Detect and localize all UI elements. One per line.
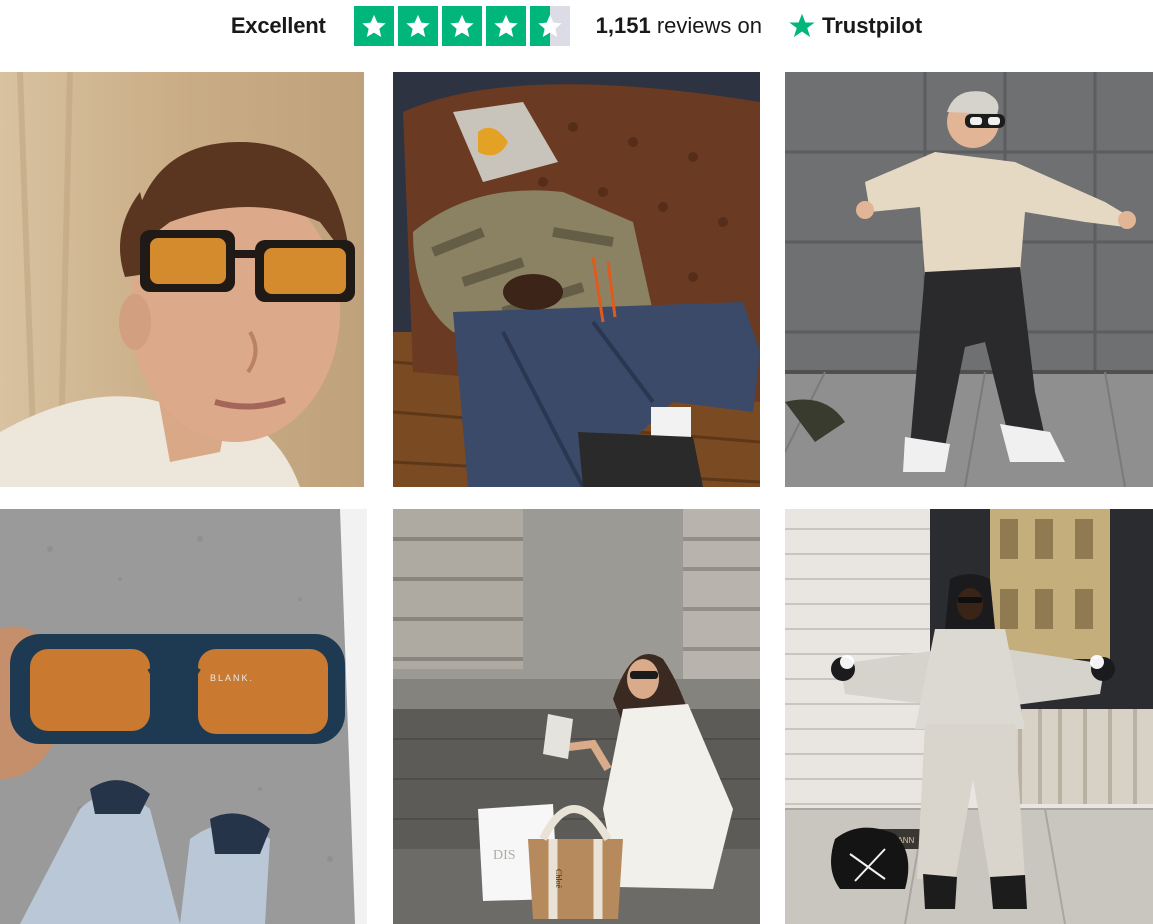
star-icon bbox=[353, 6, 394, 46]
photo-lounging-sofa-icon bbox=[393, 72, 760, 487]
gallery-photo-4[interactable]: BLANK. bbox=[0, 509, 367, 924]
rating-word: Excellent bbox=[230, 13, 326, 38]
star-rating bbox=[353, 6, 570, 46]
photo-street-shopping-icon: DIS Chloé bbox=[393, 509, 760, 924]
trustpilot-logo[interactable]: Trustpilot bbox=[788, 12, 922, 40]
star-icon bbox=[397, 6, 438, 46]
star-icon bbox=[441, 6, 482, 46]
review-count: 1,151 bbox=[595, 13, 651, 38]
gallery-photo-1[interactable] bbox=[0, 72, 364, 487]
photo-held-sunglasses-icon: BLANK. bbox=[0, 509, 367, 924]
trustpilot-rating-bar[interactable]: Excellent 1,151 reviews on Trustpilot bbox=[0, 0, 1153, 52]
tote-bag-brand: Chloé bbox=[554, 869, 563, 889]
photo-hooded-figure-icon: RMANN bbox=[785, 509, 1153, 924]
reviews-suffix: reviews on bbox=[656, 13, 762, 38]
photo-wall-pose-icon bbox=[785, 72, 1153, 487]
gallery-photo-2[interactable] bbox=[393, 72, 760, 487]
gallery-photo-5[interactable]: DIS Chloé bbox=[393, 509, 760, 924]
review-count-text: 1,151 reviews on bbox=[596, 13, 762, 39]
gallery-photo-6[interactable]: RMANN bbox=[785, 509, 1153, 924]
photo-portrait-sunglasses-icon bbox=[0, 72, 364, 487]
star-icon bbox=[485, 6, 526, 46]
trustpilot-brand-name: Trustpilot bbox=[821, 13, 923, 38]
shopping-box-label: DIS bbox=[493, 848, 516, 863]
half-star-icon bbox=[529, 6, 570, 46]
gallery-photo-3[interactable] bbox=[785, 72, 1153, 487]
trustpilot-star-icon bbox=[789, 13, 815, 38]
sunglasses-frame-brand: BLANK. bbox=[210, 673, 254, 683]
